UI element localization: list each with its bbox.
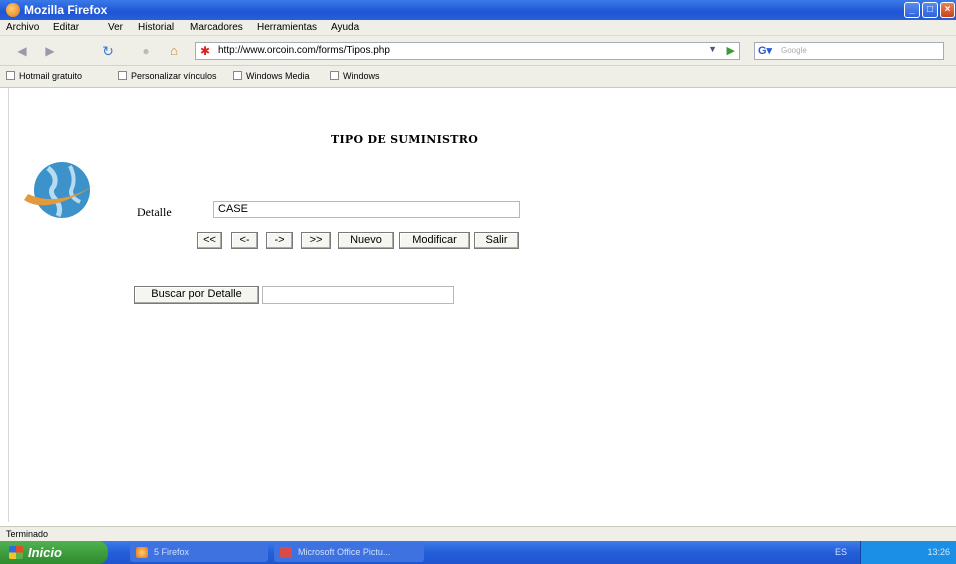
- detail-input[interactable]: CASE: [213, 201, 520, 218]
- forward-icon[interactable]: ▶: [42, 44, 58, 58]
- search-by-detail-button[interactable]: Buscar por Detalle: [134, 286, 259, 304]
- firefox-icon: [6, 3, 20, 17]
- page-content: [8, 88, 956, 522]
- menu-ver[interactable]: Ver: [108, 22, 123, 33]
- address-url: http://www.orcoin.com/forms/Tipos.php: [218, 45, 390, 56]
- page-title: TIPO DE SUMINISTRO: [331, 133, 479, 146]
- detail-label: Detalle: [137, 205, 172, 219]
- taskbar-office-picture[interactable]: Microsoft Office Pictu...: [274, 543, 424, 562]
- firefox-icon: [136, 547, 148, 558]
- stop-icon[interactable]: ●: [138, 44, 154, 58]
- bookmark-icon: [6, 71, 15, 80]
- bookmark-hotmail[interactable]: Hotmail gratuito: [6, 71, 82, 81]
- window-titlebar: Mozilla Firefox _ □ ×: [0, 0, 956, 20]
- bookmark-icon: [233, 71, 242, 80]
- exit-button[interactable]: Salir: [474, 232, 519, 249]
- bookmark-icon: [330, 71, 339, 80]
- language-indicator[interactable]: ES: [835, 547, 847, 557]
- taskbar: Inicio 5 Firefox Microsoft Office Pictu.…: [0, 541, 956, 564]
- search-detail-input[interactable]: [262, 286, 454, 304]
- new-button[interactable]: Nuevo: [338, 232, 394, 249]
- bookmarks-toolbar: Hotmail gratuito Personalizar vínculos W…: [0, 66, 956, 88]
- navigation-toolbar: ◀ ▶ ↻ ● ⌂ ✱ http://www.orcoin.com/forms/…: [0, 36, 956, 66]
- taskbar-firefox[interactable]: 5 Firefox: [130, 543, 268, 562]
- chevron-down-icon[interactable]: ▼: [708, 44, 717, 54]
- bookmark-windows-media[interactable]: Windows Media: [233, 71, 310, 81]
- modify-button[interactable]: Modificar: [399, 232, 470, 249]
- status-text: Terminado: [6, 529, 49, 539]
- menu-marcadores[interactable]: Marcadores: [190, 22, 243, 33]
- address-bar[interactable]: ✱ http://www.orcoin.com/forms/Tipos.php …: [195, 42, 740, 60]
- maximize-button[interactable]: □: [922, 2, 938, 18]
- start-label: Inicio: [28, 545, 62, 560]
- next-record-button[interactable]: ->: [266, 232, 293, 249]
- bookmark-personalizar[interactable]: Personalizar vínculos: [118, 71, 217, 81]
- minimize-button[interactable]: _: [904, 2, 920, 18]
- home-icon[interactable]: ⌂: [166, 44, 182, 58]
- site-icon: ✱: [200, 44, 211, 58]
- menu-bar: Archivo Editar Ver Historial Marcadores …: [0, 20, 956, 36]
- menu-historial[interactable]: Historial: [138, 22, 174, 33]
- start-button[interactable]: Inicio: [0, 541, 108, 564]
- clock: 13:26: [927, 547, 950, 557]
- google-icon[interactable]: G▾: [758, 44, 772, 57]
- menu-editar[interactable]: Editar: [53, 22, 79, 33]
- status-bar: Terminado: [0, 526, 956, 541]
- first-record-button[interactable]: <<: [197, 232, 222, 249]
- picture-manager-icon: [280, 547, 292, 558]
- menu-archivo[interactable]: Archivo: [6, 22, 39, 33]
- last-record-button[interactable]: >>: [301, 232, 331, 249]
- menu-ayuda[interactable]: Ayuda: [331, 22, 359, 33]
- reload-icon[interactable]: ↻: [100, 44, 116, 58]
- bookmark-icon: [118, 71, 127, 80]
- go-icon[interactable]: ▶: [727, 44, 735, 57]
- system-tray: 13:26: [860, 541, 956, 564]
- search-placeholder: Google: [781, 46, 807, 55]
- globe-logo: [24, 162, 96, 218]
- bookmark-windows[interactable]: Windows: [330, 71, 380, 81]
- windows-logo-icon: [9, 546, 23, 559]
- menu-herramientas[interactable]: Herramientas: [257, 22, 317, 33]
- close-button[interactable]: ×: [940, 2, 955, 18]
- previous-record-button[interactable]: <-: [231, 232, 258, 249]
- window-title: Mozilla Firefox: [24, 3, 108, 17]
- back-icon[interactable]: ◀: [14, 44, 30, 58]
- search-box[interactable]: G▾ Google: [754, 42, 944, 60]
